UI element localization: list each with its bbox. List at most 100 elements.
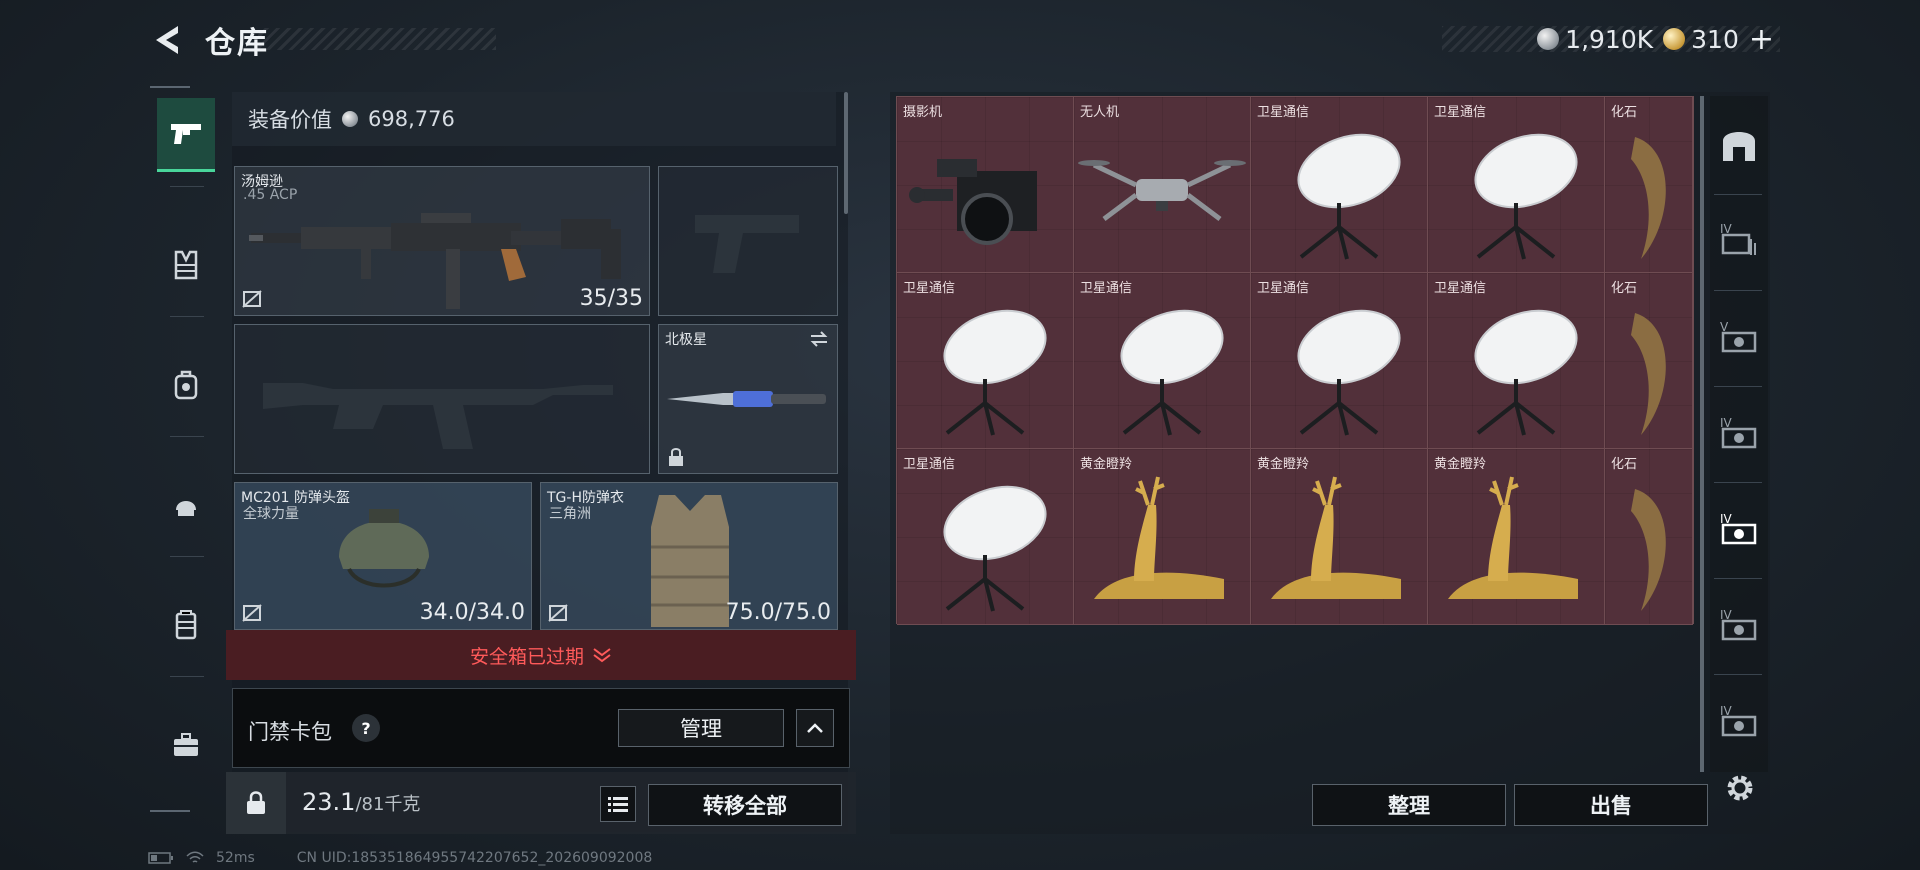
lock-button[interactable]	[226, 772, 286, 834]
card-bag-label: 门禁卡包	[248, 720, 332, 744]
swap-icon[interactable]	[809, 331, 829, 347]
primary-weapon-slot[interactable]: 汤姆逊 .45 ACP 35/35	[234, 166, 650, 316]
tab-storage-case-5[interactable]: IV	[1714, 696, 1764, 746]
tab-all-storage[interactable]	[1714, 120, 1764, 170]
storage-item[interactable]: 卫星通信	[897, 449, 1074, 625]
storage-item[interactable]: 卫星通信	[1074, 273, 1251, 449]
tab-armor[interactable]	[157, 588, 215, 662]
pistol-silhouette-icon	[695, 215, 799, 273]
item-name: 化石	[1611, 281, 1638, 296]
storage-item[interactable]: 卫星通信	[1251, 273, 1428, 449]
user-uid: CN UID:1853518649557422076​52_2026090920…	[296, 850, 653, 866]
equipment-value: 装备价值 698,776	[232, 92, 836, 146]
storage-item[interactable]: 黄金瞪羚	[1428, 449, 1605, 625]
double-chevron-down-icon	[593, 648, 611, 663]
gold-coin-icon	[1663, 28, 1686, 50]
tab-briefcase[interactable]	[157, 708, 215, 782]
item-name: 卫星通信	[1434, 105, 1487, 120]
storage-item[interactable]: 黄金瞪羚	[1251, 449, 1428, 625]
tab-weapons[interactable]	[157, 98, 215, 172]
item-name: 卫星通信	[1257, 105, 1310, 120]
storage-case-icon: IV	[1720, 704, 1757, 737]
armor-plate-icon	[175, 610, 197, 640]
sell-button[interactable]: 出售	[1514, 784, 1708, 826]
storage-item[interactable]: 黄金瞪羚	[1074, 449, 1251, 625]
gold-amount: 310	[1691, 24, 1739, 54]
collapse-button[interactable]	[796, 709, 834, 747]
tab-storage-case-2[interactable]: IV	[1714, 408, 1764, 458]
silver-coin-icon	[342, 111, 358, 127]
item-name: 化石	[1611, 105, 1638, 120]
tab-backpack[interactable]	[157, 348, 215, 422]
storage-item[interactable]: 摄影机	[897, 97, 1074, 273]
no-insurance-icon	[548, 604, 568, 622]
body-armor-icon	[651, 495, 729, 627]
item-name: 卫星通信	[903, 457, 956, 472]
secondary-weapon-slot-empty[interactable]	[234, 324, 650, 474]
item-name: 卫星通信	[1080, 281, 1133, 296]
storage-item[interactable]: 卫星通信	[1251, 97, 1428, 273]
item-name: 卫星通信	[1257, 281, 1310, 296]
storage-item[interactable]: 卫星通信	[897, 273, 1074, 449]
storage-case-icon: IV	[1720, 512, 1757, 545]
item-name: 卫星通信	[1434, 281, 1487, 296]
weapon-durability: 35/35	[579, 286, 643, 311]
item-name: 黄金瞪羚	[1257, 457, 1310, 472]
silver-currency: 1,910K	[1537, 25, 1653, 54]
add-currency-button[interactable]: +	[1749, 22, 1774, 57]
combat-helmet-icon	[339, 509, 429, 588]
storage-item[interactable]: 化石	[1605, 97, 1693, 273]
equipment-value-label: 装备价值	[248, 108, 332, 132]
safe-box-expired-bar[interactable]: 安全箱已过期	[226, 630, 856, 680]
item-name: 黄金瞪羚	[1434, 457, 1487, 472]
tab-storage-folder[interactable]: IV	[1714, 214, 1764, 264]
storage-item[interactable]: 化石	[1605, 273, 1693, 449]
backpack-icon	[174, 370, 198, 400]
settings-button[interactable]	[1720, 768, 1760, 808]
safe-box-expired-label: 安全箱已过期	[469, 645, 584, 668]
storage-case-icon: IV	[1720, 416, 1757, 449]
helmet-slot[interactable]: MC201 防弹头盔 全球力量 34.0/34.0	[234, 482, 532, 630]
tab-helmet[interactable]	[157, 468, 215, 542]
armor-slot[interactable]: TG-H防弹衣 三角洲 75.0/75.0	[540, 482, 838, 630]
pistol-icon	[171, 123, 201, 144]
transfer-all-button[interactable]: 转移全部	[648, 784, 842, 826]
storage-item[interactable]: 卫星通信	[1428, 273, 1605, 449]
tab-storage-case-3-active[interactable]: IV	[1714, 504, 1764, 554]
equipment-value-amount: 698,776	[368, 107, 455, 131]
tab-vest[interactable]	[157, 228, 215, 302]
pistol-slot-empty[interactable]	[658, 166, 838, 316]
melee-slot[interactable]: 北极星	[658, 324, 838, 474]
equipment-scrollbar[interactable]	[844, 92, 848, 214]
manage-button[interactable]: 管理	[618, 709, 784, 747]
helmet-durability: 34.0/34.0	[419, 600, 525, 625]
rifle-silhouette-icon	[263, 383, 613, 449]
back-button[interactable]	[148, 20, 184, 60]
tab-storage-case-4[interactable]: IV	[1714, 600, 1764, 650]
title-decoration	[258, 28, 496, 50]
list-view-button[interactable]	[600, 786, 636, 822]
item-name: 黄金瞪羚	[1080, 457, 1133, 472]
wifi-icon	[186, 851, 204, 863]
storage-item[interactable]: 无人机	[1074, 97, 1251, 273]
melee-name: 北极星	[665, 332, 707, 348]
carry-weight: 23.1/81千克	[302, 788, 420, 816]
storage-item[interactable]: 化石	[1605, 449, 1693, 625]
back-arrow-icon	[156, 26, 178, 54]
tab-storage-case-1[interactable]: V	[1714, 312, 1764, 362]
item-name: 卫星通信	[903, 281, 956, 296]
storage-scrollbar[interactable]	[1700, 96, 1704, 772]
weight-current: 23.1	[302, 788, 356, 816]
padlock-icon	[247, 791, 265, 814]
helmet-brand: 全球力量	[243, 506, 299, 522]
helmet-icon	[176, 501, 196, 516]
no-insurance-icon	[242, 604, 262, 622]
help-icon[interactable]: ?	[352, 714, 380, 742]
sort-button[interactable]: 整理	[1312, 784, 1506, 826]
storage-item[interactable]: 卫星通信	[1428, 97, 1605, 273]
folder-icon: IV	[1720, 222, 1756, 255]
no-insurance-icon	[242, 290, 262, 308]
silver-amount: 1,910K	[1565, 24, 1654, 54]
status-bar: 52ms CN UID:1853518649557422076​52_20260…	[148, 850, 652, 866]
ping: 52ms	[216, 850, 255, 866]
